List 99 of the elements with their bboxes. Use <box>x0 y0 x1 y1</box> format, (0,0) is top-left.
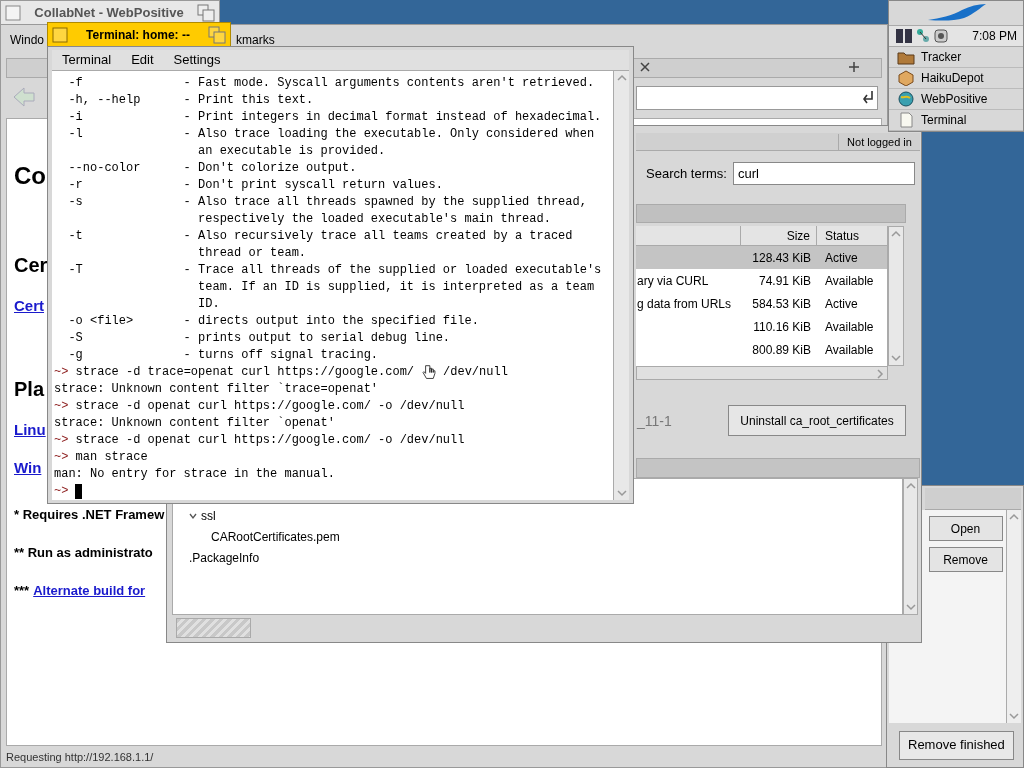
output-text: -i - Print integers in decimal format instead of hexadecimal. <box>67 108 602 126</box>
remove-finished-button[interactable]: Remove finished <box>899 730 1014 760</box>
page-link[interactable]: Alternate build for <box>33 580 146 602</box>
command-text: strace -d openat curl https://google.com/ -o /dev/null <box>74 431 465 449</box>
table-cell-text: Available <box>824 341 875 359</box>
footnote-mark: *** <box>14 582 30 600</box>
vertical-scrollbar[interactable] <box>903 478 918 615</box>
download-action-button[interactable]: Open <box>928 516 1003 541</box>
output-text: an executable is provided. <box>197 142 386 160</box>
command-text: /dev/null <box>443 363 508 381</box>
deskbar-item[interactable]: Tracker <box>889 47 1023 68</box>
deskbar-item[interactable]: HaikuDepot <box>889 68 1023 89</box>
column-header[interactable]: Status <box>817 226 887 245</box>
deskbar-item[interactable]: WebPositive <box>889 89 1023 110</box>
table-cell-text: Available <box>824 272 875 290</box>
file-name[interactable]: .PackageInfo <box>189 548 260 567</box>
search-field[interactable]: curl <box>732 162 915 185</box>
table-cell-text: 110.16 KiB <box>752 318 812 336</box>
column-header[interactable]: Size <box>741 226 817 245</box>
output-text: -f - Fast mode. Syscall arguments contents aren't retrieved. <box>67 74 595 92</box>
back-arrow-icon[interactable] <box>12 86 36 108</box>
output-text: strace: Unknown content filter `openat' <box>54 414 335 432</box>
menu-item[interactable]: Edit <box>131 50 154 70</box>
workspace-icon[interactable] <box>895 28 913 44</box>
new-tab-icon[interactable] <box>848 61 860 73</box>
output-text: -r - Don't print syscall return values. <box>67 176 443 194</box>
close-box-icon[interactable] <box>52 26 68 43</box>
login-status: Not logged in <box>838 134 920 150</box>
table-cell: ary via CURL <box>637 273 709 288</box>
output-text: -l - Also trace loading the executable. Only considered when <box>67 125 595 143</box>
return-key-icon[interactable] <box>861 89 875 105</box>
shell-prompt: ~> <box>54 431 69 449</box>
window-title: CollabNet - WebPositive <box>33 3 185 22</box>
command-text: man strace <box>74 448 148 466</box>
output-text: -t - Also recursively trace all teams created by a traced <box>67 227 573 245</box>
output-text: strace: Unknown content filter `trace=openat' <box>54 380 379 398</box>
zoom-box-icon[interactable] <box>197 3 215 22</box>
horizontal-scrollbar[interactable] <box>636 366 888 380</box>
shell-prompt: ~> <box>54 363 69 381</box>
table-cell-text: Active <box>824 295 859 313</box>
output-text: -S - prints output to serial debug line. <box>67 329 451 347</box>
output-text: -h, --help - Print this text. <box>67 91 314 109</box>
menu-item[interactable]: Settings <box>173 50 221 70</box>
network-icon[interactable] <box>915 28 931 44</box>
globe-icon <box>897 91 915 107</box>
table-cell-text: Active <box>824 249 859 267</box>
output-text: --no-color - Don't colorize output. <box>67 159 357 177</box>
footnote-text: * Requires .NET Framew <box>14 506 165 524</box>
output-text: -T - Trace all threads of the supplied or loaded executable's <box>67 261 602 279</box>
file-name[interactable]: ssl <box>201 506 216 525</box>
file-name[interactable]: CARootCertificates.pem <box>211 527 340 546</box>
table-cell: g data from URLs <box>637 296 732 311</box>
output-text: -s - Also trace all threads spawned by the supplied thread, <box>67 193 587 211</box>
download-action-button[interactable]: Remove <box>928 547 1003 572</box>
page-link[interactable]: Win <box>14 456 42 480</box>
deskbar-item[interactable]: Terminal <box>889 110 1023 131</box>
table-cell-text: 74.91 KiB <box>757 272 812 290</box>
uninstall-button[interactable]: Uninstall ca_root_certificates <box>728 405 906 436</box>
zoom-box-icon[interactable] <box>208 25 226 44</box>
page-link[interactable]: Linu <box>14 418 46 442</box>
vertical-scrollbar[interactable] <box>888 226 904 366</box>
status-text: Requesting http://192.168.1.1/ <box>6 749 154 765</box>
document-icon <box>897 112 915 128</box>
shell-prompt: ~> <box>54 482 69 500</box>
window-title: Terminal: home: -- <box>85 26 191 44</box>
output-text: ID. <box>197 295 220 313</box>
table-cell-text: 128.43 KiB <box>751 249 812 267</box>
menu-item[interactable]: Terminal <box>62 50 112 70</box>
close-tab-icon[interactable] <box>639 61 651 73</box>
search-label: Search terms: <box>646 164 727 183</box>
table-cell-text: 584.53 KiB <box>751 295 812 313</box>
vertical-scrollbar[interactable] <box>613 70 629 500</box>
output-text: team. If an ID is supplied, it is interpreted as a team <box>197 278 595 296</box>
package-row[interactable]: 128.43 KiB Active <box>636 246 887 269</box>
shell-prompt: ~> <box>54 448 69 466</box>
table-cell-text: 800.89 KiB <box>751 341 812 359</box>
output-text: man: No entry for strace in the manual. <box>54 465 335 483</box>
menu-item[interactable]: Windo <box>10 32 44 48</box>
menu-item[interactable]: kmarks <box>236 32 275 48</box>
package-icon <box>897 70 915 86</box>
vertical-scrollbar[interactable] <box>1006 510 1021 723</box>
output-text: -g - turns off signal tracing. <box>67 346 379 364</box>
footnote-text: ** Run as administrato <box>14 544 153 562</box>
folder-icon <box>897 49 915 65</box>
version-text: _11-1 <box>637 412 672 431</box>
command-text: strace -d trace=openat curl https://google.com/ <box>74 363 415 381</box>
url-field[interactable] <box>636 86 878 110</box>
table-cell-text: Available <box>824 318 875 336</box>
speaker-icon[interactable] <box>933 28 949 44</box>
shell-prompt: ~> <box>54 397 69 415</box>
output-text: -o <file> - directs output into the specified file. <box>67 312 479 330</box>
page-heading: Co <box>14 161 46 191</box>
output-text: respectively the loaded executable's main thread. <box>197 210 551 228</box>
page-heading: Cer <box>14 253 48 278</box>
page-heading: Pla <box>14 377 45 402</box>
page-link[interactable]: Cert <box>14 294 44 318</box>
close-box-icon[interactable] <box>5 4 21 21</box>
output-text: thread or team. <box>197 244 307 262</box>
command-text: strace -d openat curl https://google.com/ -o /dev/null <box>74 397 465 415</box>
